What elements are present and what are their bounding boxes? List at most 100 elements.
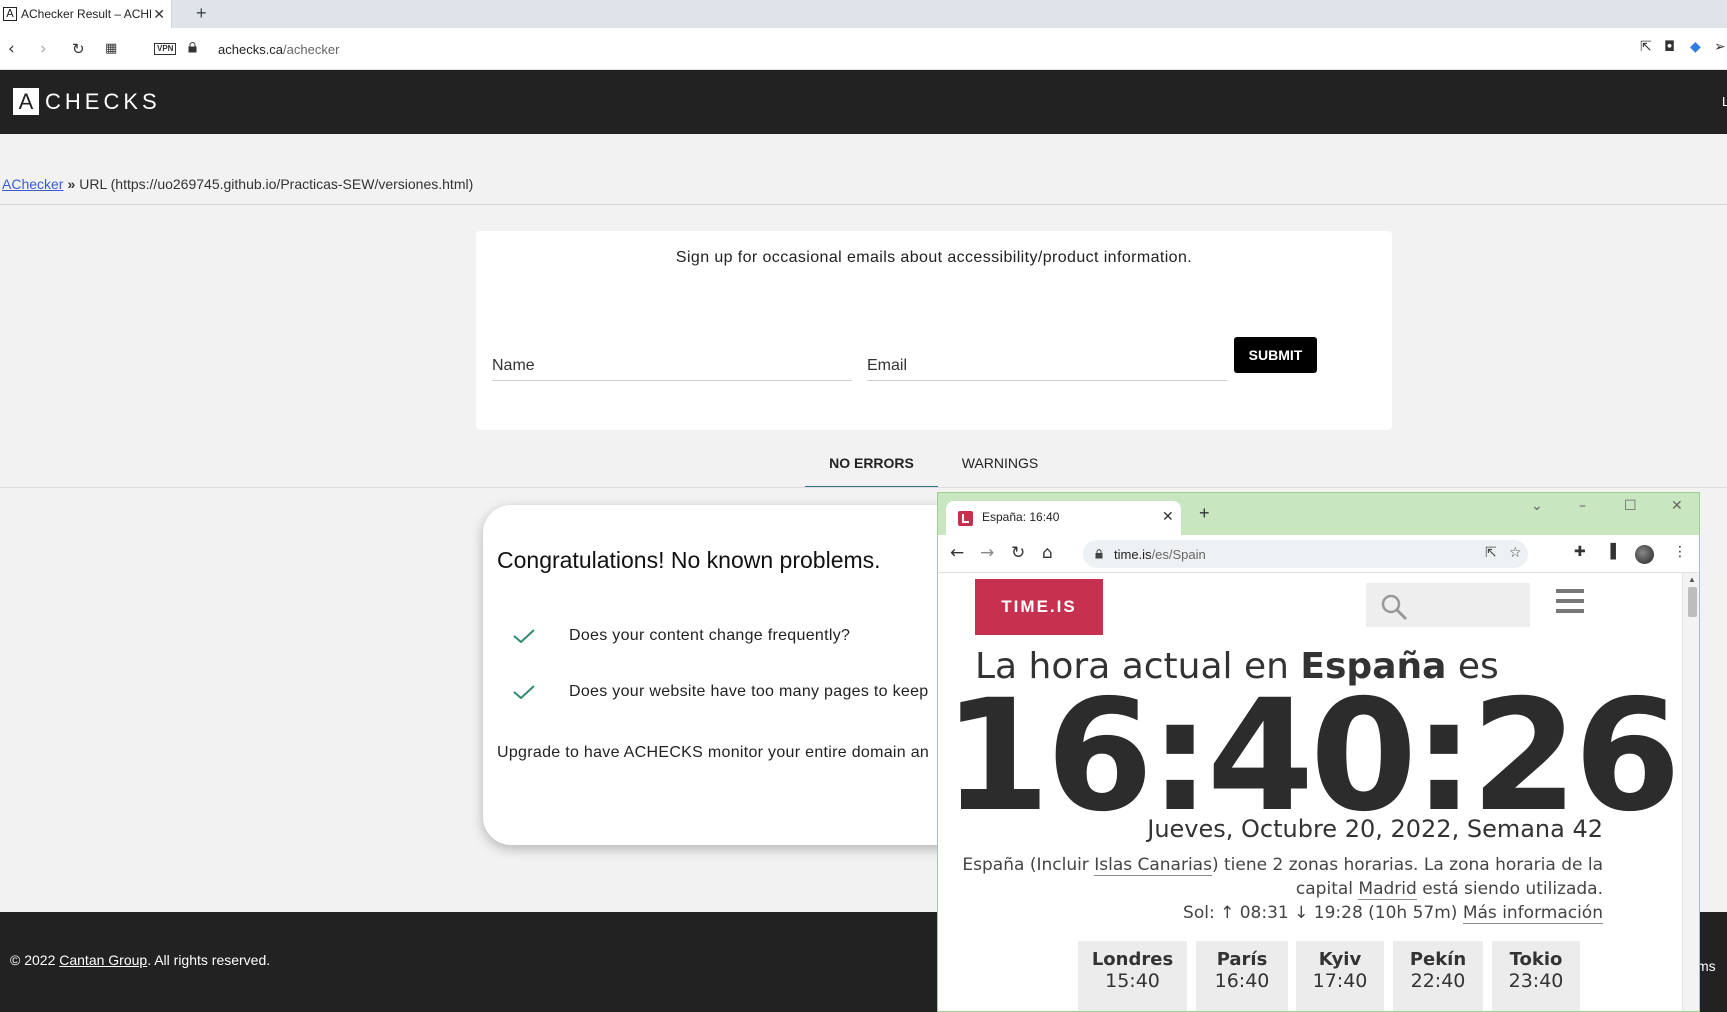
browser-tabbar: A AChecker Result – ACHECKS ✕ + [0,0,1727,28]
page-scrollbar[interactable]: ▲ [1682,573,1699,1011]
city-time: 15:40 [1105,970,1160,992]
camera-icon[interactable]: ◘ [1664,39,1675,55]
submit-button[interactable]: SUBMIT [1234,337,1317,373]
vpn-badge[interactable]: VPN [154,43,177,55]
send-icon[interactable]: ➢ [1714,39,1726,55]
scroll-thumb[interactable] [1688,587,1697,617]
close-tab-icon[interactable]: ✕ [1162,508,1174,525]
city-card[interactable]: Londres 15:40 [1078,941,1187,1011]
back-icon[interactable]: ‹ [8,39,15,59]
tab-warnings[interactable]: WARNINGS [950,445,1050,488]
profile-avatar[interactable] [1635,545,1654,564]
reload-icon[interactable]: ↻ [72,40,85,58]
city-time: 16:40 [1214,970,1270,992]
extensions-icon[interactable]: ✚ [1574,544,1586,560]
minimize-icon[interactable]: – [1579,498,1586,514]
tab-title: AChecker Result – ACHECKS [21,7,151,21]
omnibox[interactable]: time.is/es/Spain ⇱ ☆ [1083,540,1528,568]
city-card[interactable]: Pekín 22:40 [1393,941,1483,1011]
city-card[interactable]: Tokio 23:40 [1492,941,1580,1011]
browser-tab-timeis[interactable]: España: 16:40 ✕ [946,501,1181,535]
checkmark-icon [513,629,535,643]
divider [0,487,1727,488]
search-input[interactable] [1366,583,1530,627]
tab-search-icon[interactable]: ⌄ [1531,498,1543,514]
info-text: está siendo utilizada. [1416,879,1603,899]
results-tabs: NO ERRORS WARNINGS [0,445,1727,488]
email-field[interactable]: Email [867,357,1227,381]
checkmark-icon [513,685,535,699]
back-icon[interactable]: ← [950,543,964,563]
footer-prefix: © 2022 [10,952,60,968]
signup-text: Sign up for occasional emails about acce… [675,249,1193,266]
url-text: time.is/es/Spain [1114,547,1206,562]
forward-icon[interactable]: › [40,39,47,59]
new-tab-button[interactable]: + [1199,503,1210,524]
reload-icon[interactable]: ↻ [1011,543,1025,563]
check-item-text: Does your website have too many pages to… [569,683,929,700]
check-item-text: Does your content change frequently? [569,627,851,644]
city-name: París [1216,949,1268,970]
menu-kebab-icon[interactable]: ⋮ [1673,544,1687,560]
achecks-logo-mark[interactable]: A [13,88,39,115]
lock-icon [188,42,197,53]
achecks-favicon-icon: A [3,7,17,21]
divider [0,204,1727,205]
tab-grid-icon[interactable]: ▦ [105,41,117,56]
timezone-info-2: capital Madrid está siendo utilizada. [1296,879,1603,900]
home-icon[interactable]: ⌂ [1042,543,1053,563]
breadcrumb-separator-icon: » [67,176,76,192]
breadcrumb: AChecker» URL (https://uo269745.github.io… [2,176,473,192]
timeis-page: TIME.IS La hora actual en España es 16:4… [938,573,1699,1011]
breadcrumb-link-achecker[interactable]: AChecker [2,176,63,192]
share-icon[interactable]: ⇱ [1640,39,1652,55]
info-text: ) tiene 2 zonas horarias. La zona horari… [1211,855,1603,875]
footer-link-cantan[interactable]: Cantan Group [59,952,147,968]
footer-suffix: . All rights reserved. [147,952,271,968]
header-menu-link[interactable]: L [1722,94,1727,109]
hamburger-menu-icon[interactable] [1556,589,1584,613]
city-name: Londres [1091,949,1174,970]
lock-icon [1095,549,1103,559]
bookmark-star-icon[interactable]: ☆ [1509,545,1522,561]
browser-tab-achecker[interactable]: A AChecker Result – ACHECKS ✕ [0,0,172,28]
date-line: Jueves, Octubre 20, 2022, Semana 42 [1147,815,1603,843]
url-path: /achecker [283,42,340,57]
site-header [0,70,1727,134]
timezone-info: España (Incluir Islas Canarias) tiene 2 … [962,855,1603,876]
city-time: 17:40 [1312,970,1368,992]
islas-canarias-link[interactable]: Islas Canarias [1094,855,1212,876]
madrid-link[interactable]: Madrid [1358,879,1417,900]
more-info-link[interactable]: Más información [1462,903,1603,924]
url-path: /es/Spain [1151,547,1206,562]
close-window-icon[interactable]: ✕ [1671,498,1683,514]
timeis-logo[interactable]: TIME.IS [975,579,1103,635]
breadcrumb-current: URL (https://uo269745.github.io/Practica… [79,176,474,192]
city-name: Tokio [1509,949,1563,970]
share-icon[interactable]: ⇱ [1485,545,1497,561]
window-titlebar[interactable]: España: 16:40 ✕ + ⌄ – ☐ ✕ [938,493,1699,535]
city-card[interactable]: Kyiv 17:40 [1296,941,1384,1011]
side-panel-icon[interactable]: ▐ [1605,544,1616,560]
address-toolbar: ‹ › ↻ ▦ VPN achecks.ca/achecker ⇱ ◘ ◆ ➢ [0,28,1727,70]
maximize-icon[interactable]: ☐ [1624,498,1637,514]
upgrade-text: Upgrade to have ACHECKS monitor your ent… [497,744,930,761]
url-domain: achecks.ca [218,42,284,57]
scroll-up-icon[interactable]: ▲ [1688,575,1696,584]
tab-no-errors[interactable]: NO ERRORS [805,445,938,488]
timeis-favicon-icon [958,511,973,526]
url-field[interactable]: achecks.ca/achecker [218,42,339,57]
footer-copyright: © 2022 Cantan Group. All rights reserved… [10,952,270,968]
name-field[interactable]: Name [492,357,852,381]
shield-icon[interactable]: ◆ [1690,39,1701,55]
city-time: 22:40 [1410,970,1466,992]
tab-title: España: 16:40 [982,510,1060,524]
achecks-logo-text[interactable]: CHECKS [45,89,161,115]
close-tab-icon[interactable]: ✕ [153,6,165,23]
info-text: España (Incluir [962,855,1095,875]
signup-panel: Sign up for occasional emails about acce… [476,231,1392,430]
new-tab-button[interactable]: + [196,3,207,24]
city-card[interactable]: París 16:40 [1196,941,1288,1011]
forward-icon[interactable]: → [980,543,994,563]
search-icon [1381,594,1408,621]
